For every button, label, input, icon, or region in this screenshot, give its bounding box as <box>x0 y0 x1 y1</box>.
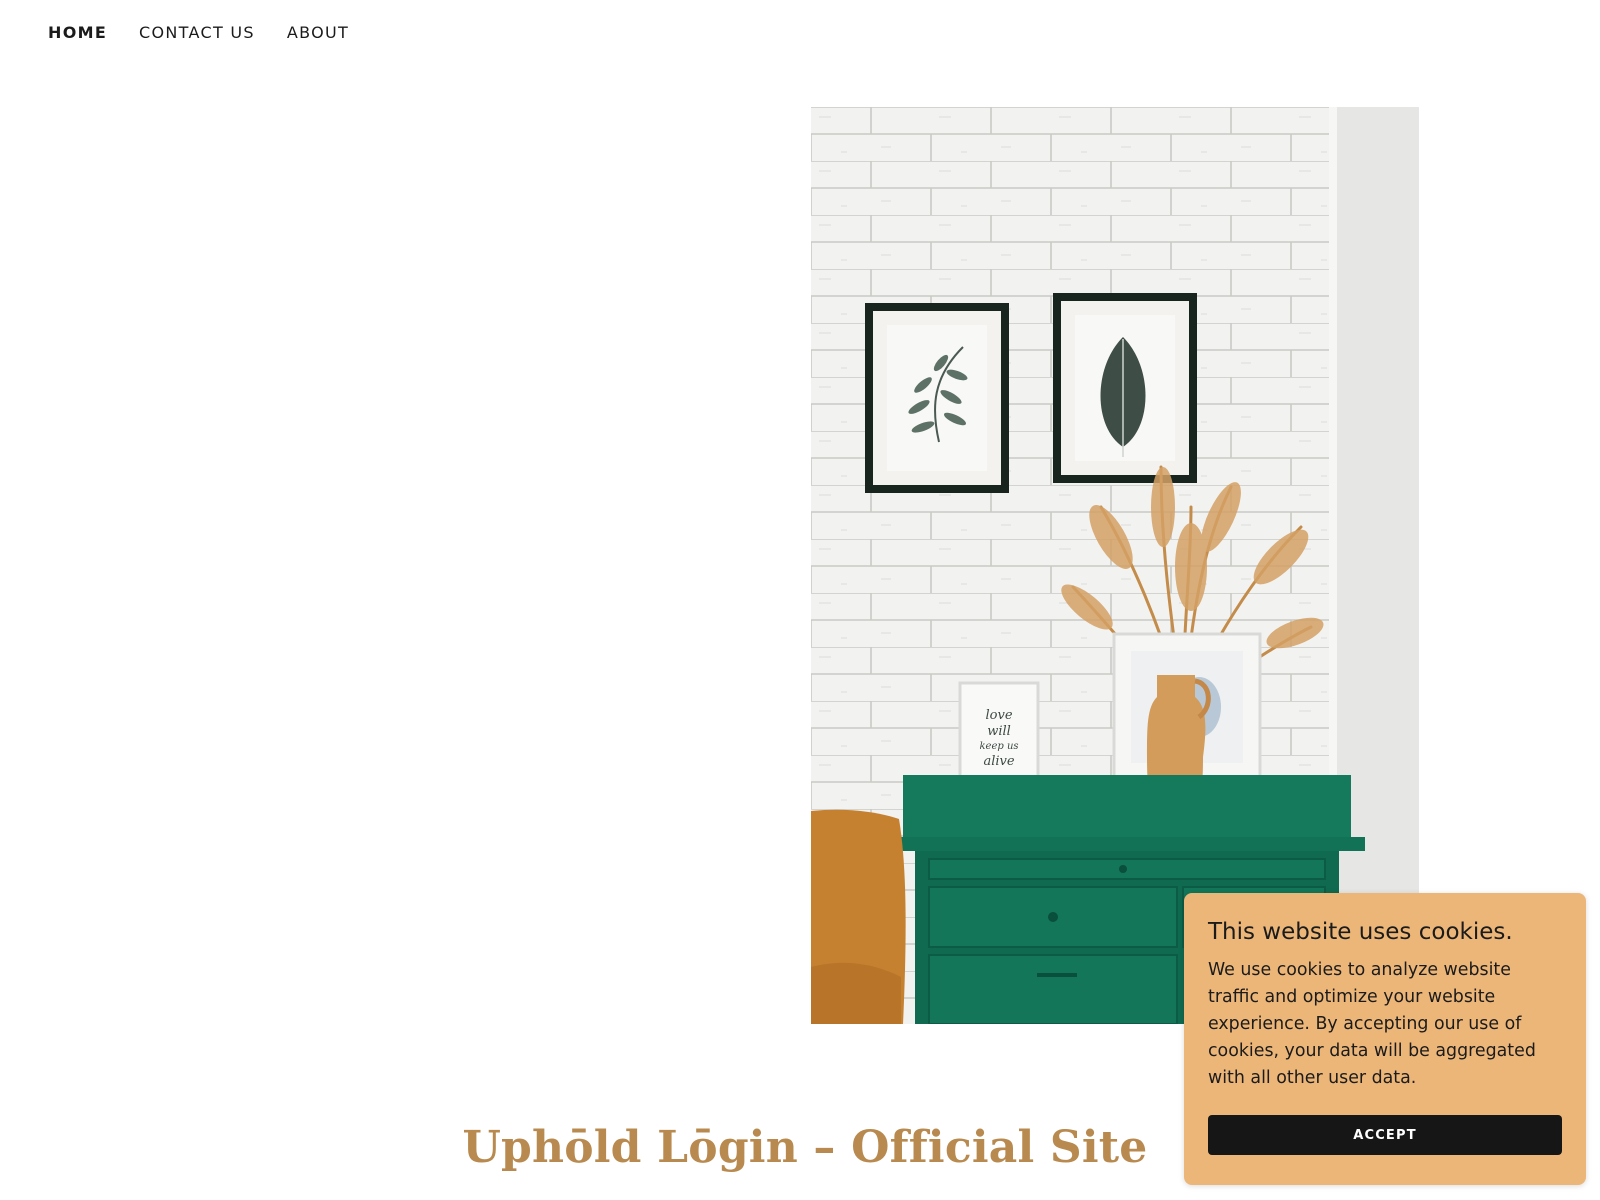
hero-image: love will keep us alive <box>811 107 1419 1024</box>
cookie-text: We use cookies to analyze website traffi… <box>1208 960 1536 1088</box>
svg-text:alive: alive <box>983 754 1014 769</box>
svg-text:love: love <box>985 708 1012 723</box>
nav-about-link[interactable]: ABOUT <box>287 21 349 45</box>
main-nav: HOME CONTACT US ABOUT <box>48 21 349 45</box>
cookie-title: This website uses cookies. <box>1208 919 1513 945</box>
page: HOME CONTACT US ABOUT love will keep us … <box>0 0 1600 1200</box>
accept-cookies-button[interactable]: ACCEPT <box>1208 1115 1562 1155</box>
nav-home-link[interactable]: HOME <box>48 21 107 45</box>
svg-text:keep us: keep us <box>979 741 1018 752</box>
cookie-banner: This website uses cookies. We use cookie… <box>1184 893 1586 1185</box>
svg-text:will: will <box>987 724 1011 739</box>
nav-contact-link[interactable]: CONTACT US <box>139 21 255 45</box>
